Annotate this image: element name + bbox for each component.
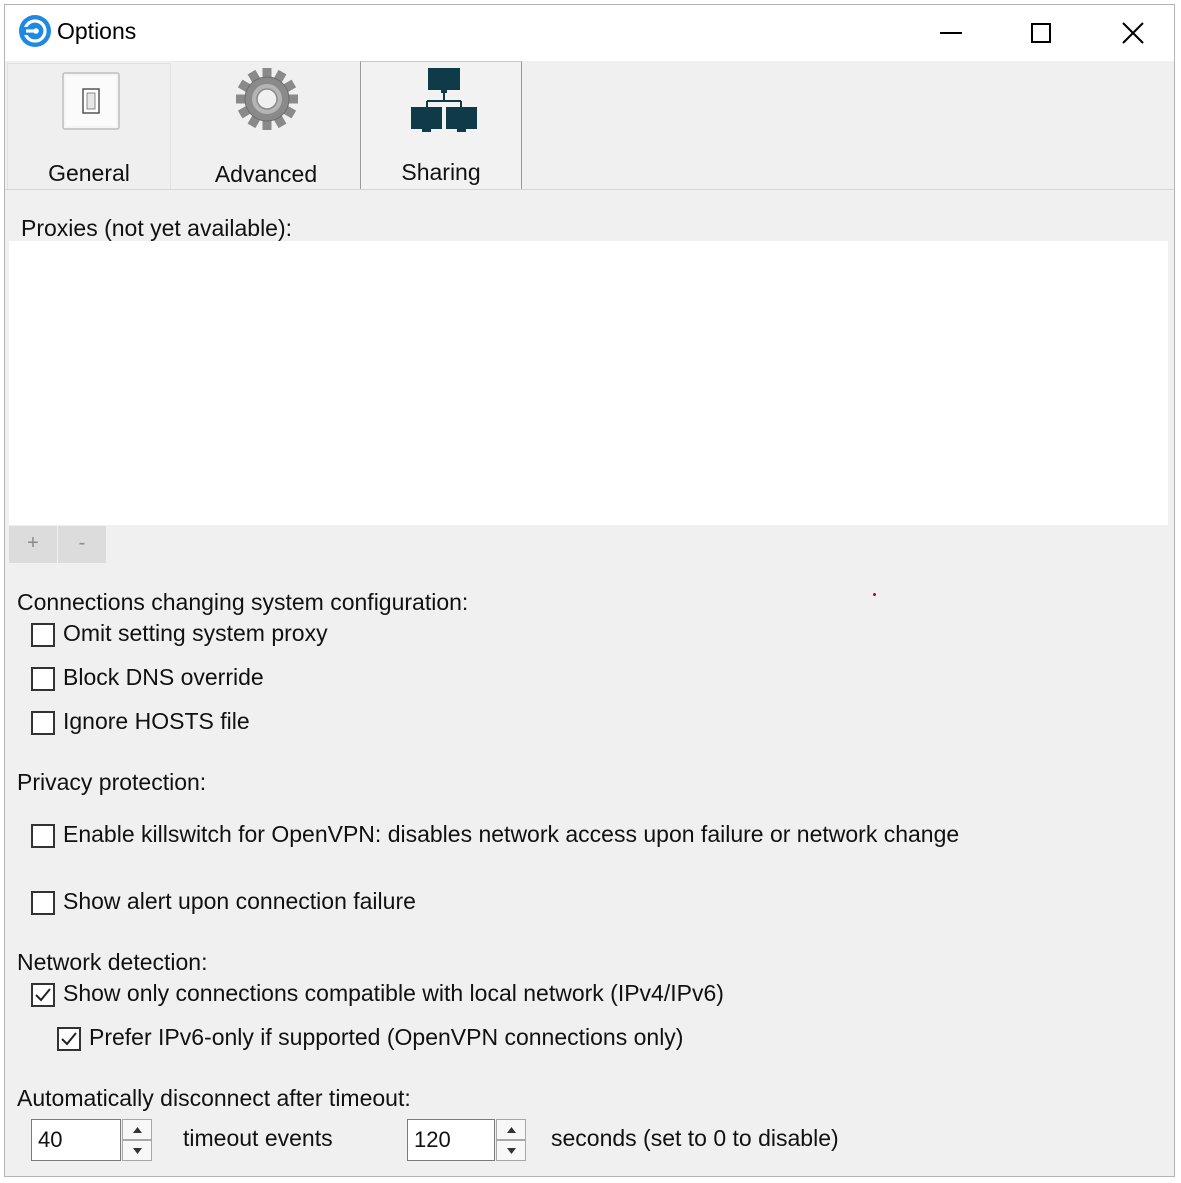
proxies-list[interactable] xyxy=(9,241,1168,525)
gear-icon xyxy=(234,66,300,137)
checkbox-label: Block DNS override xyxy=(63,664,264,690)
arrow-up-icon xyxy=(133,1127,142,1133)
increment-button[interactable] xyxy=(122,1119,152,1140)
checkbox-box[interactable] xyxy=(31,983,55,1007)
tab-general[interactable]: General xyxy=(7,63,171,189)
checkbox-box[interactable] xyxy=(31,711,55,735)
checkmark-icon xyxy=(35,988,51,1002)
close-icon xyxy=(1122,22,1144,44)
maximize-button[interactable] xyxy=(1011,11,1071,55)
checkbox-label: Show only connections compatible with lo… xyxy=(63,980,724,1006)
arrow-up-icon xyxy=(507,1127,516,1133)
network-icon xyxy=(411,68,477,139)
decrement-button[interactable] xyxy=(122,1140,152,1161)
close-button[interactable] xyxy=(1103,11,1163,55)
tab-sharing[interactable]: Sharing xyxy=(360,61,522,189)
arrow-down-icon xyxy=(133,1148,142,1154)
checkmark-icon xyxy=(61,1032,77,1046)
proxies-heading: Proxies (not yet available): xyxy=(21,215,293,241)
maximize-icon xyxy=(1031,23,1051,43)
tab-sharing-label: Sharing xyxy=(401,159,481,185)
add-proxy-button[interactable]: + xyxy=(9,526,57,563)
red-dot-artifact xyxy=(873,593,876,596)
timeout-seconds-label: seconds (set to 0 to disable) xyxy=(551,1125,839,1151)
title-bar: Options xyxy=(5,5,1174,61)
minimize-button[interactable] xyxy=(921,11,981,55)
checkbox-box[interactable] xyxy=(31,667,55,691)
remove-proxy-button[interactable]: - xyxy=(57,526,106,563)
timeout-events-input[interactable] xyxy=(31,1119,121,1161)
timeout-heading: Automatically disconnect after timeout: xyxy=(17,1085,411,1111)
checkbox-label: Prefer IPv6-only if supported (OpenVPN c… xyxy=(89,1024,684,1050)
timeout-events-stepper[interactable] xyxy=(122,1119,152,1161)
timeout-seconds-stepper[interactable] xyxy=(496,1119,526,1161)
window-title: Options xyxy=(57,18,137,44)
app-logo-icon xyxy=(19,15,51,47)
decrement-button[interactable] xyxy=(496,1140,526,1161)
checkbox-box[interactable] xyxy=(57,1027,81,1051)
checkbox-box[interactable] xyxy=(31,824,55,848)
options-window: Options General Advanced Sharing Proxies… xyxy=(4,4,1175,1177)
increment-button[interactable] xyxy=(496,1119,526,1140)
timeout-events-label: timeout events xyxy=(183,1125,333,1151)
checkbox-label: Enable killswitch for OpenVPN: disables … xyxy=(63,821,960,847)
tab-general-label: General xyxy=(48,160,130,186)
options-tabs: General Advanced Sharing xyxy=(5,61,1174,190)
privacy-heading: Privacy protection: xyxy=(17,769,207,795)
tab-advanced-label: Advanced xyxy=(214,161,318,187)
checkbox-label: Ignore HOSTS file xyxy=(63,708,250,734)
tab-advanced[interactable]: Advanced xyxy=(171,61,361,189)
network-detection-heading: Network detection: xyxy=(17,949,208,975)
timeout-seconds-input[interactable] xyxy=(407,1119,495,1161)
arrow-down-icon xyxy=(507,1148,516,1154)
checkbox-label: Show alert upon connection failure xyxy=(63,888,416,914)
system-config-heading: Connections changing system configuratio… xyxy=(17,589,469,615)
minimize-icon xyxy=(940,32,962,34)
checkbox-box[interactable] xyxy=(31,891,55,915)
switch-icon xyxy=(62,72,120,135)
checkbox-box[interactable] xyxy=(31,623,55,647)
checkbox-label: Omit setting system proxy xyxy=(63,620,328,646)
